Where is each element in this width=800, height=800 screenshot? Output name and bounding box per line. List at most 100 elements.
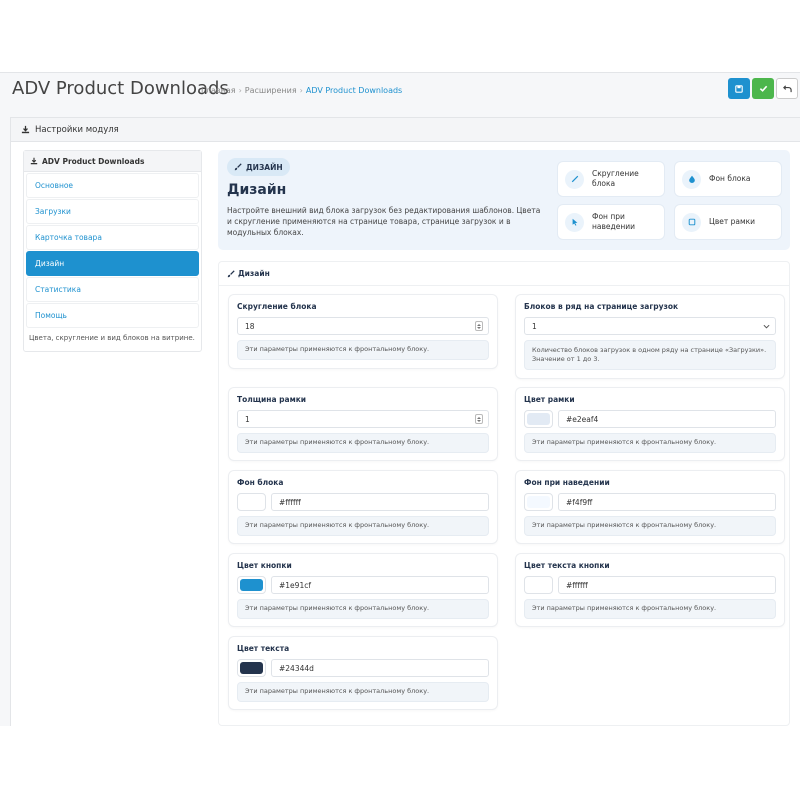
hover-bg-value: #f4f9ff: [566, 497, 593, 507]
page-title: ADV Product Downloads: [12, 78, 229, 99]
border-width-spinner[interactable]: [475, 414, 483, 424]
card-radius: Скругление блока 18 Эти параметры примен…: [228, 294, 498, 369]
hero-description: Настройте внешний вид блока загрузок без…: [227, 206, 541, 237]
border-width-hint: Эти параметры применяются к фронтальному…: [237, 433, 489, 453]
floppy-icon: [735, 84, 743, 93]
per-row-select[interactable]: 1: [524, 317, 776, 335]
card-border-width: Толщина рамки 1 Эти параметры применяютс…: [228, 387, 498, 461]
page-header: ADV Product Downloads Главная › Расширения…: [0, 73, 800, 107]
hover-bg-swatch[interactable]: [524, 493, 553, 511]
border-color-label: Цвет рамки: [524, 395, 575, 404]
brush-icon: [227, 269, 235, 277]
radius-label: Скругление блока: [237, 302, 317, 311]
border-color-swatch[interactable]: [524, 410, 553, 428]
hover-bg-input[interactable]: #f4f9ff: [558, 493, 776, 511]
card-hover-bg: Фон при наведении #f4f9ff Эти параметры …: [515, 470, 785, 544]
chip-border-color[interactable]: Цвет рамки: [674, 204, 782, 240]
chip-bg[interactable]: Фон блока: [674, 161, 782, 197]
square-icon: [688, 218, 695, 226]
chip-hover-label: Фон при наведении: [592, 211, 635, 231]
bg-label: Фон блока: [237, 478, 284, 487]
card-text-color: Цвет текста #24344d Эти параметры примен…: [228, 636, 498, 710]
btn-color-input[interactable]: #1e91cf: [271, 576, 489, 594]
sidebar: ADV Product Downloads Основное Загрузки …: [23, 150, 202, 352]
card-border-color: Цвет рамки #e2eaf4 Эти параметры применя…: [515, 387, 785, 461]
btn-text-swatch[interactable]: [524, 576, 553, 594]
bg-value: #ffffff: [279, 497, 301, 507]
design-section: Дизайн Скругление блока 18 Эти параметры…: [218, 261, 790, 726]
card-btn-color: Цвет кнопки #1e91cf Эти параметры примен…: [228, 553, 498, 627]
check-icon: [759, 85, 767, 92]
hero-badge-text: ДИЗАЙН: [246, 162, 283, 172]
btn-color-label: Цвет кнопки: [237, 561, 292, 570]
back-button[interactable]: [776, 78, 798, 99]
chevron-down-icon: [763, 324, 770, 329]
chip-bg-label: Фон блока: [709, 173, 751, 183]
per-row-hint: Количество блоков загрузок в одном ряду …: [524, 340, 776, 370]
sidebar-item-help[interactable]: Помощь: [26, 303, 199, 328]
radius-value: 18: [245, 321, 255, 331]
section-title-text: Дизайн: [238, 269, 270, 278]
chip-hover-bg[interactable]: Фон при наведении: [557, 204, 665, 240]
sidebar-item-product-card[interactable]: Карточка товара: [26, 225, 199, 250]
card-btn-text: Цвет текста кнопки #ffffff Эти параметры…: [515, 553, 785, 627]
text-color-value: #24344d: [279, 663, 314, 673]
per-row-value: 1: [532, 321, 537, 331]
text-color-label: Цвет текста: [237, 644, 290, 653]
bg-hint: Эти параметры применяются к фронтальному…: [237, 516, 489, 536]
btn-color-value: #1e91cf: [279, 580, 311, 590]
download-icon: [21, 125, 30, 134]
breadcrumb-current[interactable]: ADV Product Downloads: [306, 86, 402, 95]
breadcrumb-home[interactable]: Главная: [201, 86, 236, 95]
bg-swatch[interactable]: [237, 493, 266, 511]
btn-text-value: #ffffff: [566, 580, 588, 590]
sidebar-title: ADV Product Downloads: [24, 151, 201, 172]
btn-text-input[interactable]: #ffffff: [558, 576, 776, 594]
apply-button[interactable]: [752, 78, 774, 99]
btn-text-label: Цвет текста кнопки: [524, 561, 610, 570]
border-width-label: Толщина рамки: [237, 395, 307, 404]
border-color-value: #e2eaf4: [566, 414, 599, 424]
design-hero: ДИЗАЙН Дизайн Настройте внешний вид блок…: [218, 150, 790, 250]
undo-icon: [782, 85, 792, 93]
sidebar-item-statistics[interactable]: Статистика: [26, 277, 199, 302]
breadcrumb: Главная › Расширения › ADV Product Downloads: [201, 86, 403, 95]
sidebar-title-text: ADV Product Downloads: [42, 156, 145, 166]
hero-title: Дизайн: [227, 182, 287, 198]
panel-title: Настройки модуля: [35, 124, 119, 135]
module-settings-panel: Настройки модуля ADV Product Downloads О…: [10, 117, 800, 726]
bg-input[interactable]: #ffffff: [271, 493, 489, 511]
sidebar-item-downloads[interactable]: Загрузки: [26, 199, 199, 224]
hover-bg-hint: Эти параметры применяются к фронтальному…: [524, 516, 776, 536]
card-per-row: Блоков в ряд на странице загрузок 1 Коли…: [515, 294, 785, 379]
border-color-input[interactable]: #e2eaf4: [558, 410, 776, 428]
border-width-input[interactable]: 1: [237, 410, 489, 428]
cursor-icon: [572, 218, 577, 226]
radius-spinner[interactable]: [475, 321, 483, 331]
text-color-input[interactable]: #24344d: [271, 659, 489, 677]
border-width-value: 1: [245, 414, 250, 424]
text-color-swatch[interactable]: [237, 659, 266, 677]
sidebar-note: Цвета, скругление и вид блоков на витрин…: [29, 334, 195, 342]
border-color-hint: Эти параметры применяются к фронтальному…: [524, 433, 776, 453]
btn-color-swatch[interactable]: [237, 576, 266, 594]
radius-input[interactable]: 18: [237, 317, 489, 335]
sidebar-item-main[interactable]: Основное: [26, 173, 199, 198]
admin-frame: ADV Product Downloads Главная › Расширения…: [0, 72, 800, 726]
brush-icon: [234, 163, 242, 171]
chip-border-label: Цвет рамки: [709, 216, 756, 226]
breadcrumb-extensions[interactable]: Расширения: [245, 86, 297, 95]
radius-hint: Эти параметры применяются к фронтальному…: [237, 340, 489, 360]
btn-text-hint: Эти параметры применяются к фронтальному…: [524, 599, 776, 619]
panel-header: Настройки модуля: [11, 118, 800, 142]
chip-radius[interactable]: Скругление блока: [557, 161, 665, 197]
save-button[interactable]: [728, 78, 750, 99]
hover-bg-label: Фон при наведении: [524, 478, 610, 487]
btn-color-hint: Эти параметры применяются к фронтальному…: [237, 599, 489, 619]
pen-icon: [571, 175, 578, 183]
chip-radius-label: Скругление блока: [592, 168, 639, 188]
drop-icon: [688, 175, 695, 183]
card-bg: Фон блока #ffffff Эти параметры применяю…: [228, 470, 498, 544]
section-title: Дизайн: [219, 262, 789, 286]
sidebar-item-design[interactable]: Дизайн: [26, 251, 199, 276]
